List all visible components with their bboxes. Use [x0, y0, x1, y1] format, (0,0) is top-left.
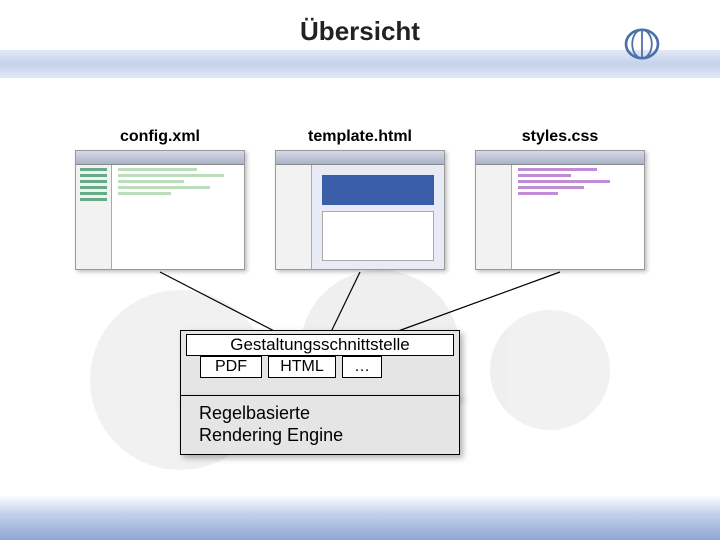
thumbnail-styles: [475, 150, 645, 270]
plugin-html: HTML: [268, 356, 336, 378]
thumbnail-config: [75, 150, 245, 270]
slide: Übersicht config.xml template.html style…: [0, 0, 720, 540]
file-label-styles: styles.css: [475, 128, 645, 146]
interface-box: Gestaltungsschnittstelle: [186, 334, 454, 356]
institution-logo-icon: [624, 28, 660, 60]
file-label-config: config.xml: [75, 128, 245, 146]
engine-label: RegelbasierteRendering Engine: [199, 403, 343, 445]
plugin-more: …: [342, 356, 382, 378]
footer-band: [0, 496, 720, 540]
thumbnail-template: [275, 150, 445, 270]
plugin-pdf: PDF: [200, 356, 262, 378]
page-title: Übersicht: [0, 16, 720, 47]
engine-box: RegelbasierteRendering Engine: [180, 395, 460, 455]
header-band: [0, 50, 720, 78]
file-label-template: template.html: [275, 128, 445, 146]
